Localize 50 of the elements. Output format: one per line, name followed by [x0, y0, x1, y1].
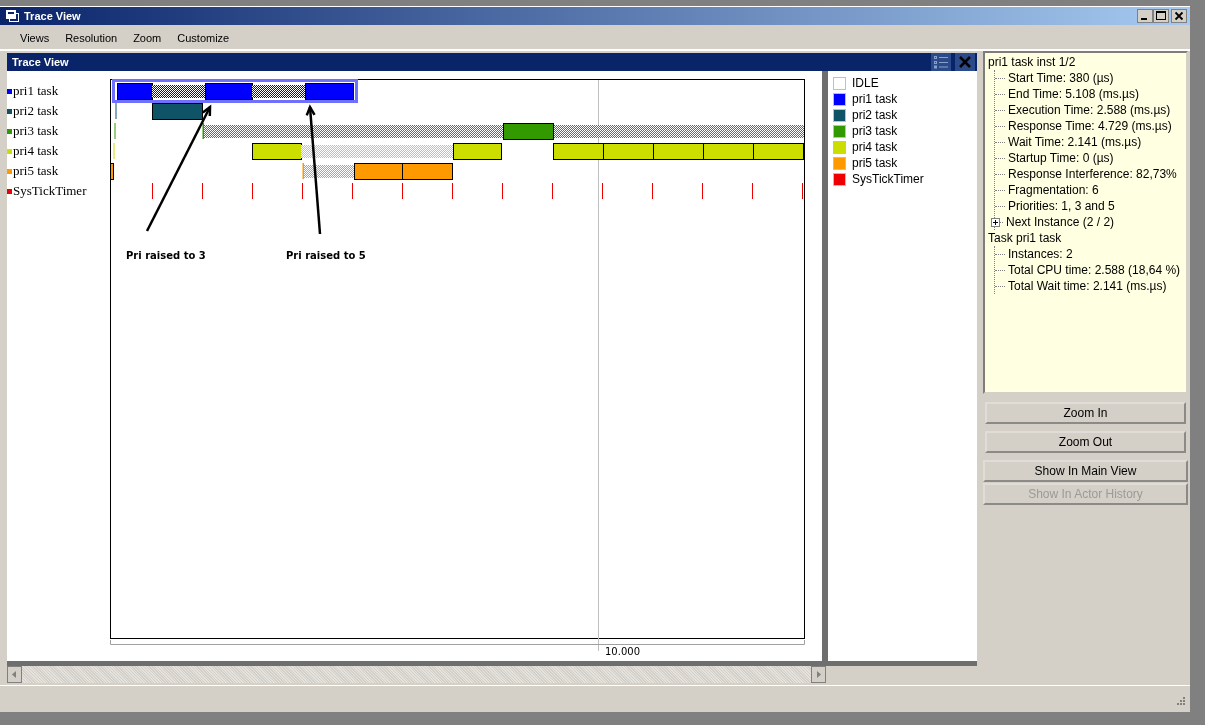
legend-label: pri4 task	[852, 140, 898, 154]
task-label: pri4 task	[7, 141, 108, 161]
scroll-right-icon[interactable]	[811, 666, 826, 683]
annotation-label: Pri raised to 3	[126, 250, 206, 261]
maximize-icon[interactable]	[1153, 9, 1169, 23]
menu-item[interactable]: Views	[12, 32, 58, 44]
legend-label: pri5 task	[852, 156, 898, 170]
task-label: SysTickTimer	[7, 181, 108, 201]
minimize-icon[interactable]	[1137, 9, 1153, 23]
action-button[interactable]: Show In Main View	[983, 460, 1188, 482]
legend-label: pri3 task	[852, 124, 898, 138]
action-button[interactable]: Zoom Out	[985, 431, 1186, 453]
task-label: pri2 task	[7, 101, 108, 121]
tree-item[interactable]: Execution Time: 2.588 (ms.µs)	[1008, 103, 1171, 117]
tree-item[interactable]: End Time: 5.108 (ms.µs)	[1008, 87, 1139, 101]
expand-icon[interactable]	[991, 217, 1000, 227]
axis-tick-label: 10.000	[605, 646, 640, 657]
tree-item[interactable]: Response Time: 4.729 (ms.µs)	[1008, 119, 1172, 133]
task-label: pri5 task	[7, 161, 108, 181]
list-icon[interactable]	[931, 53, 951, 71]
menu-item[interactable]: Zoom	[125, 32, 170, 44]
close-icon[interactable]	[1171, 9, 1187, 23]
menu-item[interactable]: Customize	[169, 32, 238, 44]
tree-item[interactable]: Next Instance (2 / 2)	[1006, 215, 1115, 229]
menu-item[interactable]: Resolution	[57, 32, 126, 44]
scroll-left-icon[interactable]	[7, 666, 22, 683]
window-app-icon	[6, 10, 19, 22]
legend-label: pri1 task	[852, 92, 898, 106]
tree-item[interactable]: Response Interference: 82,73%	[1008, 167, 1177, 181]
legend-label: SysTickTimer	[852, 172, 924, 186]
resize-grip-icon[interactable]	[1175, 697, 1186, 708]
tree-item[interactable]: Start Time: 380 (µs)	[1008, 71, 1114, 85]
horizontal-scrollbar[interactable]	[7, 666, 826, 683]
window-title: Trace View	[24, 10, 81, 22]
tree-item[interactable]: Wait Time: 2.141 (ms.µs)	[1008, 135, 1142, 149]
tree-item[interactable]: Task pri1 task	[988, 230, 1183, 246]
action-button[interactable]: Zoom In	[985, 402, 1186, 424]
tree-item[interactable]: Startup Time: 0 (µs)	[1008, 151, 1114, 165]
task-label: pri1 task	[7, 81, 108, 101]
legend-label: IDLE	[852, 76, 879, 90]
tree-item[interactable]: Total Wait time: 2.141 (ms.µs)	[1008, 279, 1167, 293]
tree-item[interactable]: Fragmentation: 6	[1008, 183, 1099, 197]
task-label: pri3 task	[7, 121, 108, 141]
tree-item[interactable]: Instances: 2	[1008, 247, 1073, 261]
tree-item[interactable]: pri1 task inst 1/2	[988, 54, 1183, 70]
panel-title: Trace View	[12, 56, 69, 68]
tree-item[interactable]: Priorities: 1, 3 and 5	[1008, 199, 1115, 213]
annotation-label: Pri raised to 5	[286, 250, 366, 261]
tree-item[interactable]: Total CPU time: 2.588 (18,64 %)	[1008, 263, 1181, 277]
legend-label: pri2 task	[852, 108, 898, 122]
